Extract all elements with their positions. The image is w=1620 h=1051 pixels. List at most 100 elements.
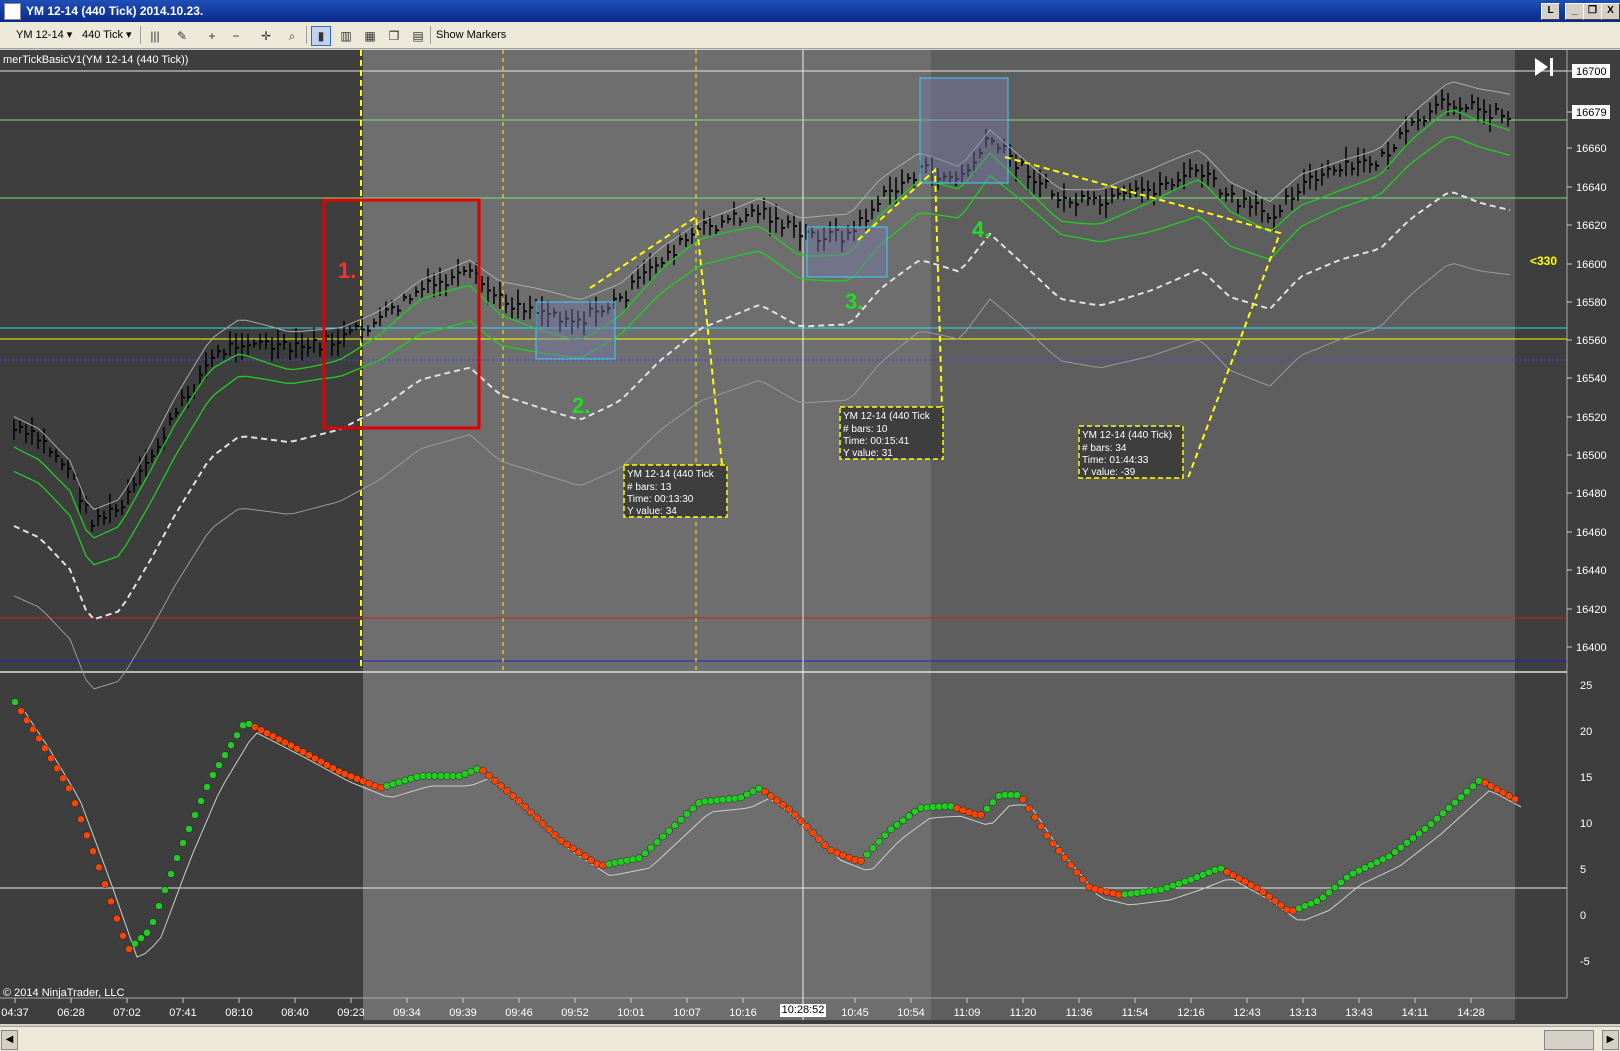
price-chart-canvas[interactable]: YM 12-14 (440 Tick # bars: 13 Time: 00:1… [0, 50, 1620, 1024]
bars-icon[interactable]: ▮ [311, 26, 331, 46]
session-band [363, 50, 931, 1020]
oscillator-dot-down [857, 857, 865, 865]
scroll-right-button[interactable]: ▶ [1602, 1030, 1619, 1050]
oscillator-dot-down [1061, 854, 1069, 862]
oscillator-dot-up [665, 827, 673, 835]
properties-icon[interactable]: ▤ [408, 26, 428, 46]
oscillator-dot-down [545, 825, 553, 834]
oscillator-dot-up [1313, 897, 1321, 905]
oscillator-dot-up [1397, 843, 1405, 852]
indicator-label: merTickBasicV1(YM 12-14 (440 Tick)) [3, 54, 189, 66]
oscillator-dot-down [569, 844, 577, 853]
indicators-icon[interactable]: ▥ [336, 26, 356, 46]
info-box-bars: # bars: 34 [1082, 443, 1127, 454]
oscillator-dot-up [215, 761, 223, 769]
oscillator-dot-down [761, 787, 769, 796]
time-tick-label: 11:09 [954, 1007, 981, 1019]
oscillator-dot-down [53, 764, 61, 773]
zoom-out-icon[interactable]: − [226, 26, 246, 46]
oscillator-dot-up [863, 850, 871, 859]
oscillator-dot-up [197, 797, 205, 805]
time-tick-label: 09:52 [561, 1007, 589, 1019]
oscillator-dot-up [209, 771, 217, 779]
time-tick-label: 07:02 [113, 1007, 141, 1019]
instrument-selector[interactable]: YM 12-14 ▾ [16, 26, 72, 44]
zone-box-4[interactable] [919, 77, 1009, 184]
oscillator-dot-up [887, 825, 895, 834]
minimize-button[interactable]: _ [1565, 3, 1584, 20]
oscillator-dot-up [659, 832, 667, 841]
show-markers-button[interactable]: Show Markers [436, 26, 506, 44]
restore-button[interactable]: ❐ [1583, 3, 1602, 20]
oscillator-dot-up [179, 839, 187, 847]
price-tick-label: 16700 [1576, 66, 1607, 78]
app-icon [4, 3, 21, 20]
price-tick-label: 16460 [1576, 527, 1607, 539]
oscillator-dot-down [1049, 839, 1057, 848]
oscillator-dot-up [911, 807, 919, 816]
oscillator-dot-up [989, 798, 997, 807]
annotation-1: 1. [338, 258, 356, 283]
zoom-in-icon[interactable]: + [202, 26, 222, 46]
oscillator-dot-down [1043, 831, 1051, 840]
oscillator-dot-down [791, 811, 799, 819]
oscillator-dot-down [539, 820, 547, 828]
oscillator-dot-down [35, 734, 43, 743]
crosshair-icon[interactable]: ✛ [256, 26, 276, 46]
oscillator-tick-label: 0 [1580, 910, 1586, 922]
scrollbar-thumb[interactable] [1544, 1030, 1594, 1050]
oscillator-dot-up [1403, 839, 1411, 847]
pencil-icon[interactable]: ✎ [172, 26, 192, 46]
chart-area[interactable]: YM 12-14 (440 Tick # bars: 13 Time: 00:1… [0, 50, 1620, 1024]
price-tick-label: 16400 [1576, 642, 1607, 654]
period-selector[interactable]: 440 Tick ▾ [82, 26, 132, 44]
time-tick-label: 09:39 [449, 1007, 477, 1019]
oscillator-dot-up [875, 837, 883, 846]
oscillator-dot-up [869, 844, 877, 852]
price-tick-label: 16440 [1576, 565, 1607, 577]
zone-box-3[interactable] [806, 226, 888, 278]
annotation-3: 3. [845, 289, 863, 314]
chevron-down-icon: ▾ [126, 29, 132, 41]
strategies-icon[interactable]: ▦ [360, 26, 380, 46]
oscillator-dot-down [89, 847, 97, 856]
oscillator-dot-down [779, 801, 787, 809]
scroll-left-button[interactable]: ◀ [1, 1030, 18, 1050]
time-tick-label: 10:54 [897, 1007, 925, 1019]
data-box-icon[interactable]: ⌕ [282, 26, 302, 46]
info-box-1[interactable]: YM 12-14 (440 Tick # bars: 13 Time: 00:1… [623, 464, 728, 518]
oscillator-dot-down [803, 823, 811, 831]
link-button[interactable]: L [1541, 3, 1560, 20]
info-box-3[interactable]: YM 12-14 (440 Tick) # bars: 34 Time: 01:… [1078, 425, 1184, 479]
oscillator-dot-down [1265, 892, 1273, 901]
time-tick-label: 04:37 [1, 1007, 29, 1019]
oscillator-dot-down [797, 817, 805, 825]
info-box-bars: # bars: 13 [627, 482, 672, 493]
copy-icon[interactable]: ❐ [384, 26, 404, 46]
oscillator-dot-up [203, 783, 211, 791]
oscillator-dot-down [509, 792, 517, 800]
oscillator-dot-up [167, 870, 175, 878]
oscillator-dot-up [1427, 820, 1435, 828]
oscillator-dot-down [77, 815, 85, 824]
info-box-2[interactable]: YM 12-14 (440 Tick # bars: 10 Time: 00:1… [839, 406, 944, 460]
oscillator-dot-up [1421, 825, 1429, 833]
oscillator-dot-up [1445, 804, 1453, 812]
horizontal-scrollbar[interactable]: ◀ ▶ [0, 1026, 1620, 1051]
oscillator-dot-down [521, 803, 529, 811]
info-box-title: YM 12-14 (440 Tick [843, 411, 931, 422]
oscillator-dot-up [653, 838, 661, 846]
oscillator-dot-up [1463, 787, 1471, 796]
price-tick-label: 16640 [1576, 182, 1607, 194]
oscillator-dot-down [821, 841, 829, 849]
oscillator-dot-down [485, 771, 493, 780]
oscillator-dot-up [671, 821, 679, 830]
oscillator-dot-down [119, 931, 127, 940]
close-button[interactable]: X [1601, 3, 1620, 20]
oscillator-dot-down [95, 863, 103, 872]
oscillator-dot-down [113, 914, 121, 923]
oscillator-tick-label: 10 [1580, 818, 1592, 830]
zone-box-2[interactable] [535, 301, 616, 360]
bar-style-icon[interactable]: ||| [145, 26, 165, 46]
time-tick-label: 14:11 [1402, 1007, 1429, 1019]
